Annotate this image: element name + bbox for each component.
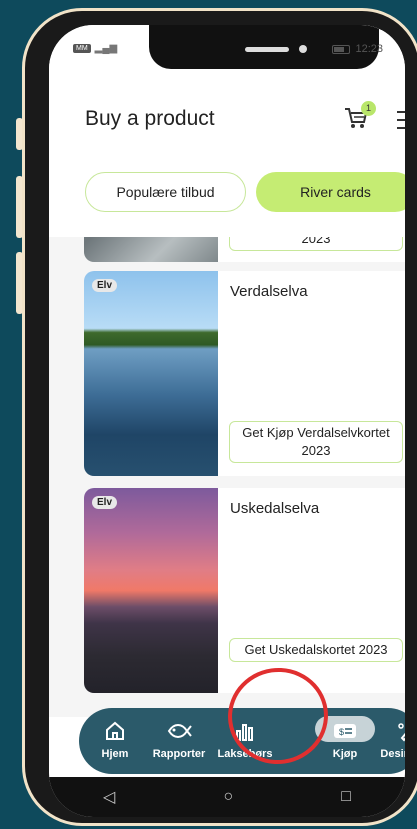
camera-icon [299, 45, 307, 53]
nav-item-rapporter[interactable]: Rapporter [149, 718, 209, 760]
system-navigation-bar: ◁ ○ □ [49, 777, 405, 817]
hamburger-menu-icon[interactable] [397, 111, 405, 129]
product-list[interactable]: 2023 Elv Verdalselva Get Kjøp Verdalselv… [49, 237, 405, 717]
back-icon[interactable]: ◁ [103, 787, 115, 807]
product-tabs: Populære tilbud River cards [85, 172, 405, 212]
product-card-uskedalselva[interactable]: Elv Uskedalselva Get Uskedalskortet 2023 [84, 488, 405, 693]
recents-icon[interactable]: □ [341, 788, 351, 806]
battery-icon [332, 44, 351, 54]
clock: 12:23 [355, 43, 383, 55]
app-header: Buy a product 1 [49, 95, 405, 145]
nav-label: Desinfiser [380, 748, 405, 760]
nav-label: Rapporter [152, 748, 206, 760]
status-bar: MM ▂▄▆ 12:23 [49, 25, 405, 73]
sim-icon: MM [73, 44, 91, 53]
phone-screen: MM ▂▄▆ 12:23 Buy a product 1 Populære ti… [49, 25, 405, 817]
river-badge: Elv [92, 279, 118, 292]
product-image [84, 488, 218, 693]
cart-count-badge: 1 [361, 101, 376, 116]
status-left: MM ▂▄▆ [73, 43, 117, 54]
buy-button[interactable]: Get Kjøp Verdalselvkortet 2023 [229, 421, 403, 463]
disinfect-icon [371, 718, 405, 744]
status-right: 12:23 [332, 43, 383, 55]
home-icon [85, 718, 145, 744]
svg-text:$: $ [339, 727, 344, 737]
product-image [84, 237, 218, 262]
nav-label: Hjem [101, 748, 129, 760]
speaker-grille [245, 47, 289, 52]
river-badge: Elv [92, 496, 118, 509]
nav-item-hjem[interactable]: Hjem [85, 718, 145, 760]
phone-frame: MM ▂▄▆ 12:23 Buy a product 1 Populære ti… [22, 8, 417, 826]
cart-button[interactable]: 1 [343, 101, 376, 133]
nav-label: Kjøp [332, 748, 358, 760]
tab-populaere-tilbud[interactable]: Populære tilbud [85, 172, 246, 212]
product-card-verdalselva[interactable]: Elv Verdalselva Get Kjøp Verdalselvkorte… [84, 271, 405, 476]
product-title: Uskedalselva [230, 500, 320, 517]
fish-icon [149, 718, 209, 744]
tab-river-cards[interactable]: River cards [256, 172, 405, 212]
product-title: Verdalselva [230, 283, 308, 300]
signal-icon: ▂▄▆ [94, 43, 118, 54]
product-image [84, 271, 218, 476]
buy-button[interactable]: 2023 [229, 237, 403, 251]
page-title: Buy a product [85, 107, 215, 130]
nav-item-desinfiser[interactable]: Desinfiser [371, 718, 405, 760]
product-card[interactable]: 2023 [84, 237, 405, 262]
buy-button[interactable]: Get Uskedalskortet 2023 [229, 638, 403, 662]
home-circle-icon[interactable]: ○ [223, 788, 233, 806]
